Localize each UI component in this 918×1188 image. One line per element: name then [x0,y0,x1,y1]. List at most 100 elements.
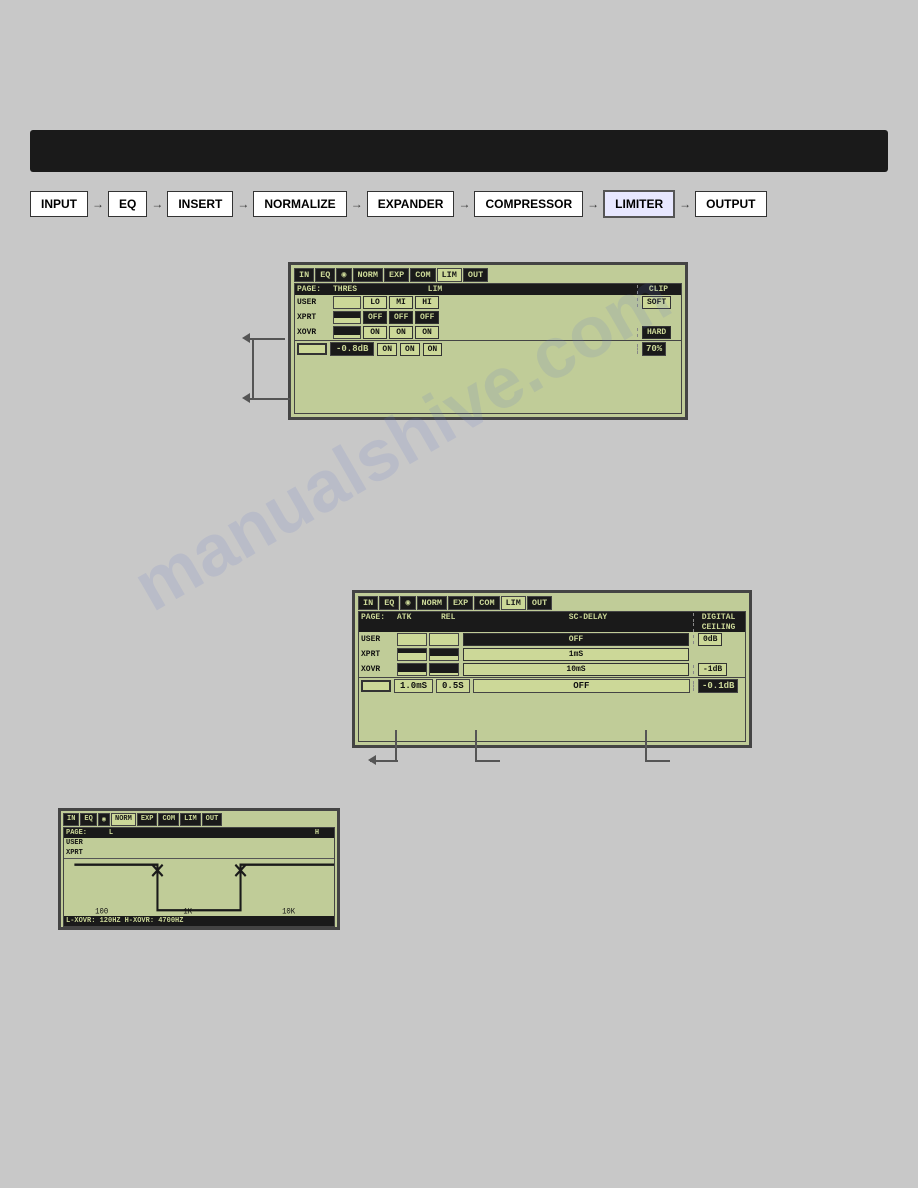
nav-arrow-3: → [237,197,249,211]
s1-xprt-mi: OFF [389,311,413,324]
s3-user-label: USER [66,839,94,847]
s1-xovr-thres-bar [333,326,361,339]
s2-hdr-page: PAGE: [361,613,395,622]
screen2-tabs: IN EQ ◉ NORM EXP COM LIM OUT [358,596,746,610]
s2-xovr-sc: 10mS [463,663,689,676]
screen1-tab-exp[interactable]: EXP [384,268,409,282]
screen1-tab-com[interactable]: COM [410,268,435,282]
s2-hdr-rel: REL [441,613,483,622]
screen3-tab-norm[interactable]: NORM [111,813,136,826]
s1-xovr-hi: ON [415,326,439,339]
screen3-tab-in[interactable]: IN [63,813,79,826]
s2-xovr-label: XOVR [361,665,395,674]
screen3-tab-lim[interactable]: LIM [180,813,201,826]
screen2-tab-io[interactable]: ◉ [400,596,415,610]
screen2-tab-norm[interactable]: NORM [417,596,447,610]
s3-xprt-label: XPRT [66,849,94,857]
s1-user-thres-bar [333,296,361,309]
nav-bar: INPUT → EQ → INSERT → NORMALIZE → EXPAND… [30,190,888,218]
s2-bot-atk: 1.0mS [394,679,433,693]
ptr-arrow-s1-left [242,333,250,343]
screen2-tab-eq[interactable]: EQ [379,596,399,610]
ptr-arrow-s1-bot [242,393,250,403]
nav-normalize[interactable]: NORMALIZE [253,191,346,217]
nav-arrow-5: → [458,197,470,211]
screen2-tab-out[interactable]: OUT [527,596,552,610]
s1-user-label: USER [297,298,331,307]
screen3-tab-eq[interactable]: EQ [80,813,96,826]
nav-output[interactable]: OUTPUT [695,191,766,217]
s2-user-label: USER [361,635,395,644]
s2-bot-sc: OFF [473,679,690,693]
screen1-tab-eq[interactable]: EQ [315,268,335,282]
s3-lxovr: L-XOVR: 120HZ [66,917,121,925]
s1-xovr-label: XOVR [297,328,331,337]
s1-bot-mi: ON [400,343,420,356]
s2-xovr-atk [397,663,427,676]
s1-hdr-thres: THRES [333,285,393,294]
s2-user-rel [429,633,459,646]
screen1-tab-in[interactable]: IN [294,268,314,282]
nav-limiter[interactable]: LIMITER [603,190,675,218]
s1-xprt-hi: OFF [415,311,439,324]
s1-bot-clip-val: 70% [642,342,666,356]
s3-hdr-l: L [96,829,126,837]
nav-insert[interactable]: INSERT [167,191,233,217]
s3-hdr-h: H [302,829,332,837]
s2-bot-rel: 0.5S [436,679,470,693]
s2-bot-selector[interactable] [361,680,391,692]
s3-hxovr: H-XOVR: 4700HZ [125,917,184,925]
s2-xprt-atk [397,648,427,661]
nav-arrow-6: → [587,197,599,211]
svg-text:10K: 10K [282,908,295,916]
s1-xovr-clip: HARD [642,326,671,339]
s2-xovr-ceil: -1dB [698,663,727,676]
screen2-inner: IN EQ ◉ NORM EXP COM LIM OUT PAGE: ATK R… [355,593,749,745]
nav-arrow-4: → [351,197,363,211]
ptr-line-s1-left [245,338,285,340]
screen3-inner: IN EQ ◉ NORM EXP COM LIM OUT PAGE: L H U… [61,811,337,927]
screen1-tab-lim[interactable]: LIM [437,268,462,282]
screen2-tab-com[interactable]: COM [474,596,499,610]
nav-input[interactable]: INPUT [30,191,88,217]
screen3-tab-com[interactable]: COM [158,813,179,826]
s2-user-ceil: 0dB [698,633,722,646]
screen1-tab-out[interactable]: OUT [463,268,488,282]
screen2-tab-exp[interactable]: EXP [448,596,473,610]
screen3-tab-io[interactable]: ◉ [98,813,110,826]
screen1-tab-norm[interactable]: NORM [353,268,383,282]
s3-graph: 100 1K 10K [64,858,334,916]
s2-user-atk [397,633,427,646]
s1-user-hi: HI [415,296,439,309]
screen2-tab-lim[interactable]: LIM [501,596,526,610]
screen2-tab-in[interactable]: IN [358,596,378,610]
nav-compressor[interactable]: COMPRESSOR [474,191,583,217]
s2-xprt-label: XPRT [361,650,395,659]
s1-xprt-thres-bar [333,311,361,324]
ptr-h-s2-rel [475,760,500,762]
nav-arrow-2: → [151,197,163,211]
s1-bot-selector[interactable] [297,343,327,355]
s2-bot-ceil: -0.1dB [698,679,738,693]
s1-xprt-lo: OFF [363,311,387,324]
screen3-tab-out[interactable]: OUT [202,813,223,826]
top-banner [30,130,888,172]
s1-xprt-label: XPRT [297,313,331,322]
s1-user-lo: LO [363,296,387,309]
s2-user-sc: OFF [463,633,689,646]
nav-eq[interactable]: EQ [108,191,147,217]
nav-expander[interactable]: EXPANDER [367,191,455,217]
ptr-arr-s2-atk [368,755,376,765]
s1-bot-hi: ON [423,343,443,356]
screen3-tab-exp[interactable]: EXP [137,813,158,826]
svg-text:1K: 1K [183,908,192,916]
ptr-v-s2-rel [475,730,477,760]
screen2-container: IN EQ ◉ NORM EXP COM LIM OUT PAGE: ATK R… [352,590,752,748]
ptr-line-s1-v [252,338,254,398]
screen1-tab-io[interactable]: ◉ [336,268,351,282]
s2-hdr-scdelay: SC-DELAY [485,613,691,622]
s3-bottom-labels: L-XOVR: 120HZ H-XOVR: 4700HZ [64,916,334,926]
screen1-container: IN EQ ◉ NORM EXP COM LIM OUT PAGE: THRES… [288,262,688,420]
s2-xprt-sc: 1mS [463,648,689,661]
s1-xovr-lo: ON [363,326,387,339]
